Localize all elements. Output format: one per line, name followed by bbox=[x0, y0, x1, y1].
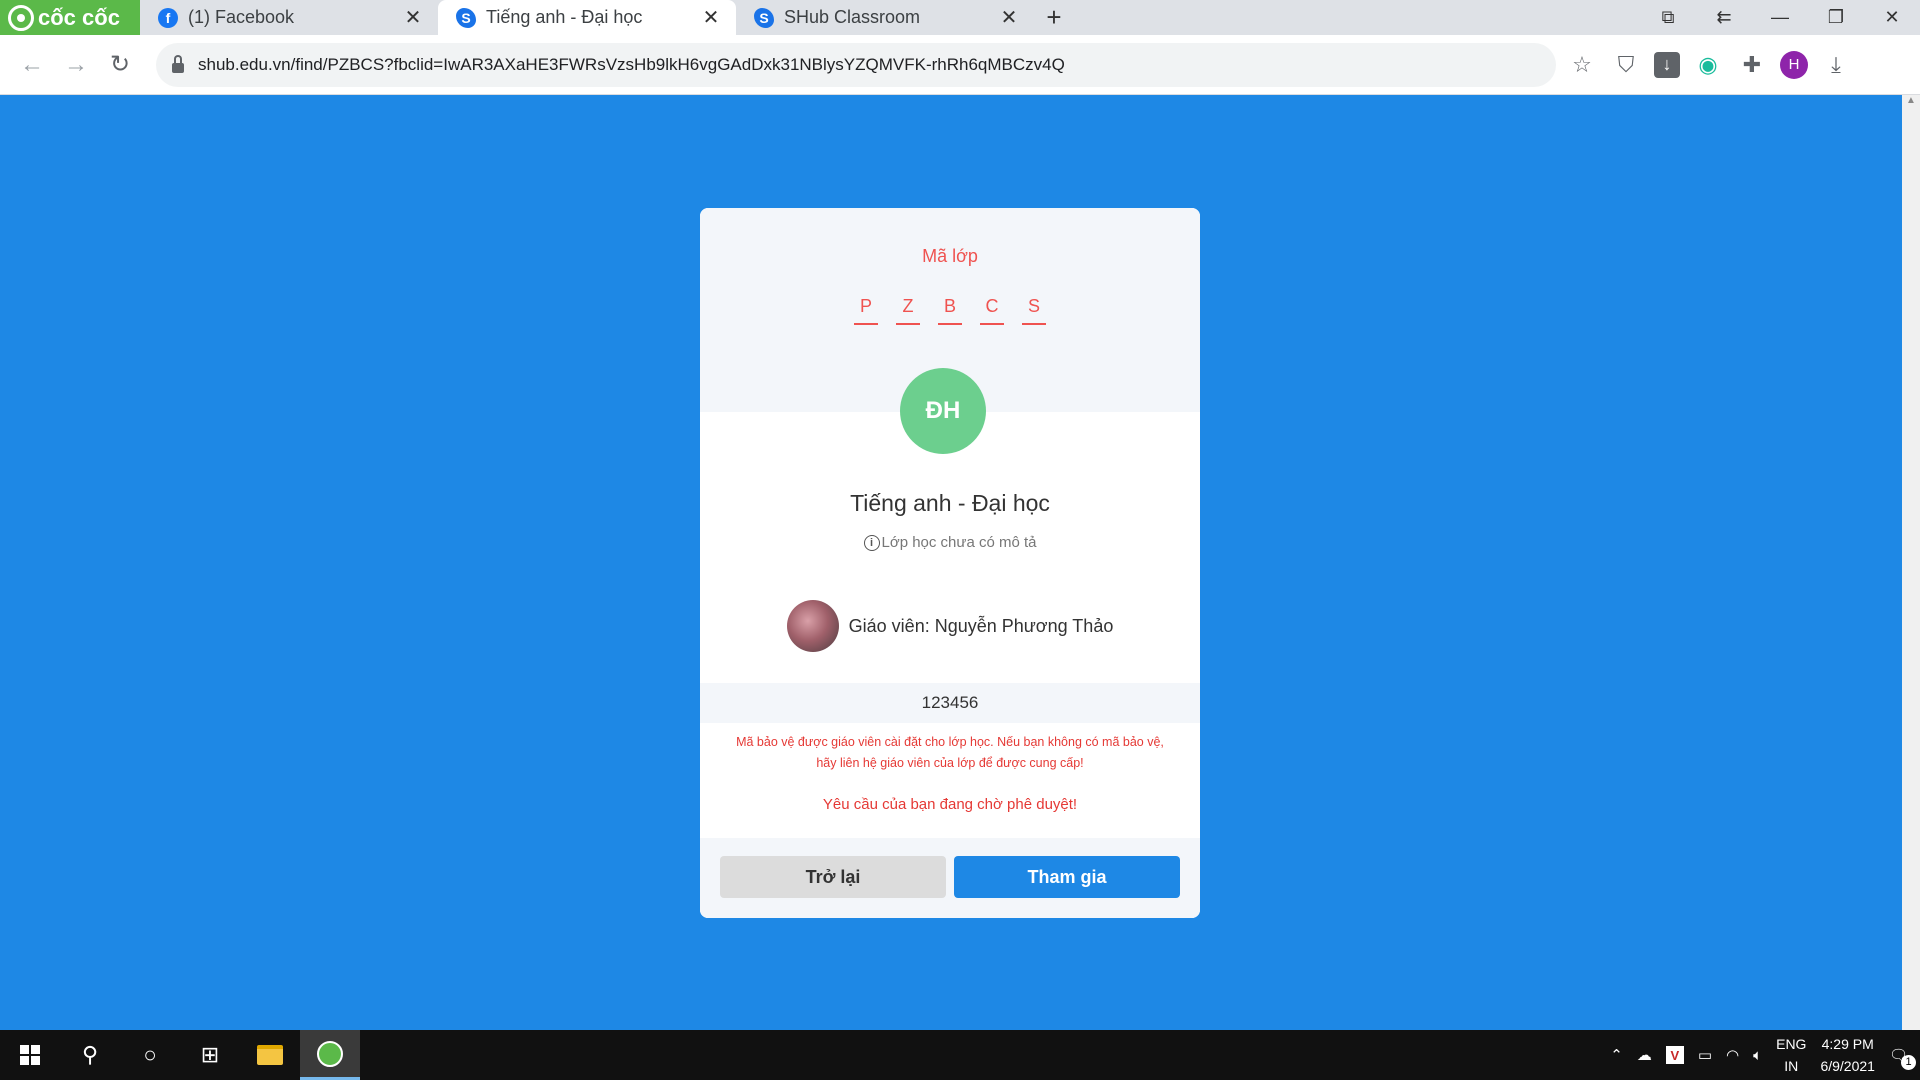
close-tab-icon[interactable]: ✕ bbox=[998, 5, 1020, 30]
class-code-char: P bbox=[854, 296, 878, 325]
browser-toolbar: ← → ↻ shub.edu.vn/find/PZBCS?fbclid=IwAR… bbox=[0, 35, 1920, 95]
class-name: Tiếng anh - Đại học bbox=[850, 490, 1050, 516]
tab-title: (1) Facebook bbox=[188, 7, 295, 27]
clock-time: 4:29 PM bbox=[1821, 1036, 1874, 1052]
address-bar[interactable]: shub.edu.vn/find/PZBCS?fbclid=IwAR3AXaHE… bbox=[156, 42, 1556, 87]
join-button[interactable]: Tham gia bbox=[954, 856, 1180, 898]
tab-title: SHub Classroom bbox=[784, 7, 921, 27]
vpn-v-icon[interactable]: V bbox=[1665, 1046, 1684, 1064]
windows-logo-icon bbox=[20, 1045, 40, 1065]
maximize-button[interactable]: ❐ bbox=[1808, 7, 1864, 28]
close-tab-icon[interactable]: ✕ bbox=[402, 5, 424, 30]
page-background: Mã lớp P Z B C S ĐH Tiếng anh - Đại học … bbox=[0, 95, 1920, 1030]
coccoc-icon bbox=[317, 1040, 343, 1067]
back-arrow-icon[interactable]: ← bbox=[10, 51, 54, 79]
tab-facebook[interactable]: f (1) Facebook ✕ bbox=[140, 0, 438, 35]
pending-approval-message: Yêu cầu của bạn đang chờ phê duyệt! bbox=[822, 796, 1078, 813]
extensions-puzzle-icon[interactable]: ✚ bbox=[1736, 49, 1768, 81]
windows-taskbar: ⚲ ○ ⊞ ⌃ ☁ V ▭ ◠ 🔈︎ ENG IN 4:29 PM 6/9/20… bbox=[0, 1030, 1920, 1080]
facebook-icon: f bbox=[158, 7, 178, 28]
shub-icon: S bbox=[456, 7, 476, 28]
forward-arrow-icon[interactable]: → bbox=[54, 51, 98, 79]
sidebar-toggle-icon[interactable]: ⇇ bbox=[1696, 7, 1752, 28]
scroll-up-icon[interactable]: ▲ bbox=[1902, 95, 1920, 106]
page-scrollbar[interactable]: ▲ bbox=[1902, 95, 1920, 1030]
notification-center-icon[interactable]: 🗨︎ 1 bbox=[1889, 1046, 1916, 1070]
profile-avatar[interactable]: H bbox=[1780, 50, 1808, 79]
tab-title: Tiếng anh - Đại học bbox=[486, 7, 643, 27]
lang-line1: ENG bbox=[1776, 1036, 1807, 1052]
teacher-avatar bbox=[786, 600, 839, 652]
clock[interactable]: 4:29 PM 6/9/2021 bbox=[1820, 1033, 1875, 1077]
show-hidden-icons-icon[interactable]: ⌃ bbox=[1610, 1046, 1623, 1064]
lock-icon bbox=[172, 54, 184, 73]
file-explorer-button[interactable] bbox=[240, 1030, 300, 1080]
class-code-char: Z bbox=[896, 296, 920, 325]
url-text: shub.edu.vn/find/PZBCS?fbclid=IwAR3AXaHE… bbox=[198, 54, 1065, 74]
start-button[interactable] bbox=[0, 1030, 60, 1080]
teacher-info: Giáo viên: Nguyễn Phương Thảo bbox=[700, 600, 1200, 652]
class-code-char: C bbox=[980, 296, 1004, 325]
system-tray: ⌃ ☁ V ▭ ◠ 🔈︎ ENG IN 4:29 PM 6/9/2021 🗨︎ 1 bbox=[1610, 1033, 1920, 1077]
search-icon[interactable]: ⚲ bbox=[60, 1030, 120, 1080]
minimize-button[interactable]: — bbox=[1752, 7, 1808, 28]
tab-bar: cốc cốc f (1) Facebook ✕ S Tiếng anh - Đ… bbox=[0, 0, 1920, 35]
class-code-char: B bbox=[938, 296, 962, 325]
reload-icon[interactable]: ↻ bbox=[98, 50, 142, 79]
clock-date: 6/9/2021 bbox=[1820, 1058, 1875, 1074]
join-class-card: Mã lớp P Z B C S ĐH Tiếng anh - Đại học … bbox=[700, 208, 1200, 918]
notification-count-badge: 1 bbox=[1901, 1055, 1916, 1070]
class-code-chars: P Z B C S bbox=[700, 296, 1200, 325]
class-code-label: Mã lớp bbox=[922, 246, 978, 266]
task-view-icon[interactable]: ⊞ bbox=[180, 1030, 240, 1080]
folder-icon bbox=[257, 1045, 283, 1065]
teacher-name: Giáo viên: Nguyễn Phương Thảo bbox=[848, 615, 1114, 636]
coccoc-logo-icon bbox=[8, 4, 34, 31]
shield-icon[interactable]: ⛉ bbox=[1610, 49, 1642, 81]
class-description-text: Lớp học chưa có mô tả bbox=[881, 534, 1037, 551]
coccoc-menu-button[interactable]: cốc cốc bbox=[0, 0, 140, 35]
savior-download-icon[interactable]: ↓ bbox=[1654, 51, 1680, 78]
volume-icon[interactable]: 🔈︎ bbox=[1753, 1047, 1762, 1064]
password-warning: Mã bảo vệ được giáo viên cài đặt cho lớp… bbox=[736, 735, 1164, 770]
class-description: i Lớp học chưa có mô tả bbox=[700, 534, 1200, 551]
coccoc-taskbar-button[interactable] bbox=[300, 1030, 360, 1080]
class-avatar: ĐH bbox=[900, 368, 986, 454]
extension-green-icon[interactable]: ◉ bbox=[1692, 49, 1724, 81]
wifi-icon[interactable]: ◠ bbox=[1726, 1046, 1739, 1064]
brand-label: cốc cốc bbox=[38, 4, 120, 30]
shub-icon: S bbox=[754, 7, 774, 28]
password-input[interactable]: 123456 bbox=[700, 683, 1200, 723]
battery-icon[interactable]: ▭ bbox=[1698, 1046, 1712, 1064]
new-tab-button[interactable]: + bbox=[1034, 0, 1074, 35]
bookmark-star-icon[interactable]: ☆ bbox=[1566, 49, 1598, 81]
lang-line2: IN bbox=[1784, 1058, 1799, 1074]
info-icon: i bbox=[863, 534, 880, 551]
close-tab-icon[interactable]: ✕ bbox=[700, 5, 722, 30]
back-button[interactable]: Trở lại bbox=[720, 856, 946, 898]
class-code-char: S bbox=[1022, 296, 1046, 325]
tab-tieng-anh[interactable]: S Tiếng anh - Đại học ✕ bbox=[438, 0, 736, 35]
downloads-icon[interactable]: ⤓ bbox=[1820, 49, 1852, 81]
close-window-button[interactable]: ✕ bbox=[1864, 7, 1920, 28]
onedrive-cloud-icon[interactable]: ☁ bbox=[1637, 1046, 1652, 1064]
input-language-indicator[interactable]: ENG IN bbox=[1776, 1033, 1806, 1077]
tab-shub-classroom[interactable]: S SHub Classroom ✕ bbox=[736, 0, 1034, 35]
cortana-icon[interactable]: ○ bbox=[120, 1030, 180, 1080]
search-tabs-icon[interactable]: ⧉ bbox=[1640, 7, 1696, 28]
